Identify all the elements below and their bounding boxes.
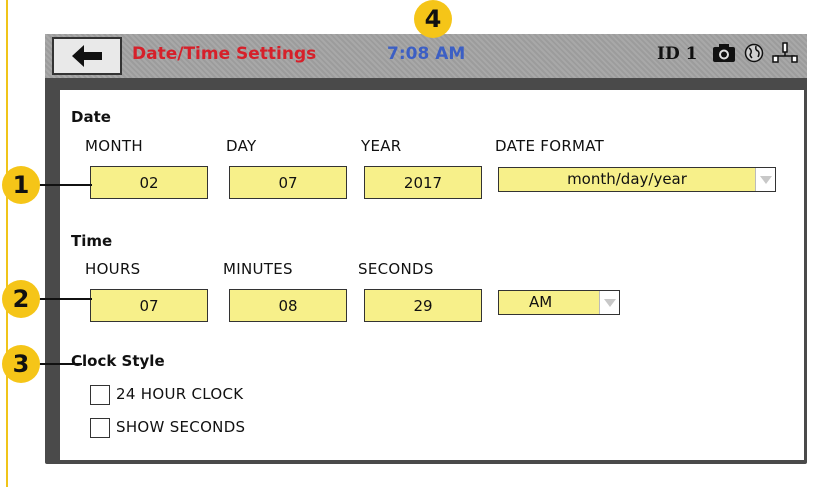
day-label: DAY bbox=[226, 137, 257, 155]
hours-label: HOURS bbox=[85, 260, 141, 278]
date-heading: Date bbox=[71, 108, 111, 126]
seconds-label: SECONDS bbox=[358, 260, 434, 278]
hours-field[interactable]: 07 bbox=[90, 289, 208, 322]
month-field[interactable]: 02 bbox=[90, 166, 208, 199]
device-id: ID 1 bbox=[657, 44, 698, 64]
callout-marker: 3 bbox=[2, 345, 40, 383]
day-field[interactable]: 07 bbox=[229, 166, 347, 199]
show-seconds-label: SHOW SECONDS bbox=[116, 418, 246, 436]
year-field[interactable]: 2017 bbox=[364, 166, 482, 199]
callout-marker: 2 bbox=[2, 280, 40, 318]
arrow-left-icon bbox=[72, 45, 102, 67]
back-button[interactable] bbox=[52, 37, 122, 75]
date-format-value: month/day/year bbox=[567, 170, 687, 188]
chevron-down-icon bbox=[755, 168, 775, 191]
clock-style-heading: Clock Style bbox=[71, 352, 165, 370]
chevron-down-icon bbox=[599, 291, 619, 314]
globe-icon bbox=[744, 43, 764, 63]
meridiem-dropdown[interactable]: AM bbox=[498, 290, 620, 315]
seconds-field[interactable]: 29 bbox=[364, 289, 482, 322]
callout-marker: 4 bbox=[414, 0, 452, 38]
callout-marker: 1 bbox=[2, 166, 40, 204]
page-title: Date/Time Settings bbox=[132, 44, 317, 64]
time-heading: Time bbox=[71, 232, 113, 250]
guide-line bbox=[6, 0, 8, 487]
24-hour-clock-checkbox[interactable] bbox=[90, 385, 110, 405]
year-label: YEAR bbox=[361, 137, 402, 155]
clock-display: 7:08 AM bbox=[387, 44, 466, 64]
camera-icon bbox=[713, 44, 735, 62]
minutes-field[interactable]: 08 bbox=[229, 289, 347, 322]
month-label: MONTH bbox=[85, 137, 143, 155]
24-hour-clock-label: 24 HOUR CLOCK bbox=[116, 385, 244, 403]
minutes-label: MINUTES bbox=[223, 260, 293, 278]
date-format-label: DATE FORMAT bbox=[495, 137, 605, 155]
network-icon bbox=[772, 42, 798, 63]
meridiem-value: AM bbox=[529, 293, 553, 311]
date-format-dropdown[interactable]: month/day/year bbox=[498, 167, 776, 192]
show-seconds-checkbox[interactable] bbox=[90, 418, 110, 438]
